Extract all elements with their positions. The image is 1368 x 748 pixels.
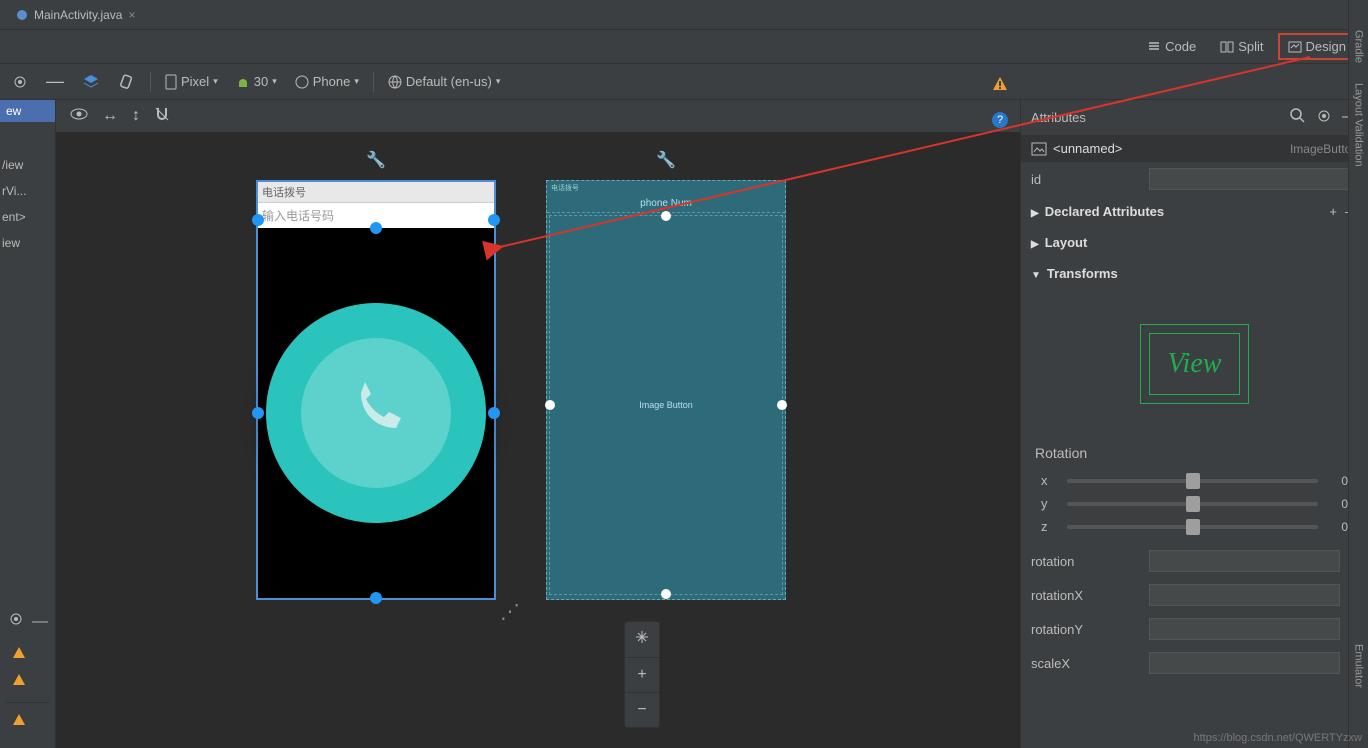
selection-handle[interactable] bbox=[777, 400, 787, 410]
blueprint-titlebar: 电话拨号 bbox=[547, 181, 785, 195]
zoom-in-button[interactable]: + bbox=[625, 658, 659, 693]
design-icon bbox=[1288, 40, 1302, 54]
selection-handle[interactable] bbox=[370, 222, 382, 234]
wrench-icon[interactable]: 🔧 bbox=[656, 150, 676, 170]
locale-selector[interactable]: Default (en-us)▾ bbox=[384, 72, 505, 91]
rotationy-input[interactable] bbox=[1149, 618, 1340, 640]
watermark: https://blog.csdn.net/QWERTYzxw bbox=[1193, 732, 1362, 744]
gradle-tab[interactable]: Gradle bbox=[1353, 30, 1365, 63]
attributes-panel: Attributes — <unnamed> ImageButton id ▶D… bbox=[1020, 100, 1368, 748]
tree-item[interactable]: ent> bbox=[0, 204, 55, 230]
code-icon bbox=[1147, 40, 1161, 54]
split-icon bbox=[1220, 40, 1234, 54]
tab-filename: MainActivity.java bbox=[34, 8, 122, 22]
zoom-out-button[interactable]: − bbox=[625, 693, 659, 727]
scalex-input[interactable] bbox=[1149, 652, 1340, 674]
gear-icon[interactable] bbox=[8, 611, 24, 632]
design-preview[interactable]: 电话拨号 输入电话号码 bbox=[256, 180, 496, 600]
api-selector[interactable]: 30▾ bbox=[232, 72, 281, 91]
pan-vertical-icon[interactable]: ↕ bbox=[132, 107, 140, 125]
phone-rotate-icon bbox=[295, 75, 309, 89]
tree-header: ew bbox=[0, 100, 55, 122]
blueprint-preview[interactable]: 电话拨号 phone Num Image Button bbox=[546, 180, 786, 600]
layout-validation-tab[interactable]: Layout Validation bbox=[1353, 83, 1365, 167]
rotation-input[interactable] bbox=[1149, 550, 1340, 572]
layout-section[interactable]: ▶Layout bbox=[1021, 227, 1368, 258]
pan-horizontal-icon[interactable]: ↔ bbox=[102, 107, 118, 125]
wrench-icon[interactable]: 🔧 bbox=[366, 150, 386, 170]
collapse-icon[interactable]: — bbox=[32, 613, 48, 631]
selection-handle[interactable] bbox=[488, 214, 500, 226]
component-tree-panel: ew /iew rVi... ent> iew — bbox=[0, 100, 56, 748]
selection-handle[interactable] bbox=[252, 214, 264, 226]
tree-item[interactable]: iew bbox=[0, 230, 55, 256]
design-toolbar: — Pixel▾ 30▾ Phone▾ Default (en-us)▾ bbox=[0, 64, 1368, 100]
rotation-y-slider[interactable] bbox=[1067, 502, 1318, 506]
id-input[interactable] bbox=[1149, 168, 1358, 190]
split-view-button[interactable]: Split bbox=[1210, 33, 1273, 60]
eye-icon[interactable] bbox=[70, 107, 88, 126]
id-label: id bbox=[1031, 172, 1141, 187]
tree-item[interactable]: /iew bbox=[0, 152, 55, 178]
attributes-title: Attributes bbox=[1031, 110, 1086, 125]
warning-icon[interactable] bbox=[992, 76, 1008, 97]
tree-item[interactable]: rVi... bbox=[0, 178, 55, 204]
selection-handle[interactable] bbox=[661, 211, 671, 221]
canvas-toolbar: ↔ ↕ bbox=[56, 100, 1020, 132]
resize-handle-icon[interactable]: ⋰ bbox=[500, 599, 520, 624]
selection-handle[interactable] bbox=[661, 589, 671, 599]
rotation-z-slider[interactable] bbox=[1067, 525, 1318, 529]
file-tab[interactable]: MainActivity.java × bbox=[8, 4, 144, 26]
warning-icon[interactable] bbox=[6, 709, 49, 736]
component-name: <unnamed> bbox=[1053, 141, 1122, 156]
selection-handle[interactable] bbox=[370, 592, 382, 604]
warning-icon[interactable] bbox=[6, 642, 49, 669]
transforms-section[interactable]: ▼Transforms bbox=[1021, 258, 1368, 289]
search-icon[interactable] bbox=[1290, 108, 1306, 127]
device-icon bbox=[165, 74, 177, 90]
declared-attributes-section[interactable]: ▶Declared Attributes +— bbox=[1021, 196, 1368, 227]
warning-icon[interactable] bbox=[6, 669, 49, 696]
code-view-button[interactable]: Code bbox=[1137, 33, 1206, 60]
design-view-button[interactable]: Design bbox=[1278, 33, 1356, 60]
emulator-tab[interactable]: Emulator bbox=[1353, 644, 1365, 688]
selection-handle[interactable] bbox=[545, 400, 555, 410]
selection-handle[interactable] bbox=[252, 407, 264, 419]
device-selector[interactable]: Pixel▾ bbox=[161, 72, 222, 92]
palette-settings-icon[interactable] bbox=[8, 72, 32, 92]
zoom-controls: + − bbox=[624, 621, 660, 728]
transform-preview: View bbox=[1120, 309, 1270, 419]
android-icon bbox=[236, 75, 250, 89]
view-mode-bar: Code Split Design bbox=[0, 30, 1368, 64]
gear-icon[interactable] bbox=[1316, 108, 1332, 127]
help-icon[interactable]: ? bbox=[992, 112, 1008, 128]
rotationx-input[interactable] bbox=[1149, 584, 1340, 606]
rotation-title: Rotation bbox=[1035, 445, 1354, 461]
orientation-icon[interactable] bbox=[114, 71, 140, 93]
add-attr-icon[interactable]: + bbox=[1329, 204, 1337, 219]
blueprint-imagebutton[interactable]: Image Button bbox=[549, 215, 783, 595]
magnet-icon[interactable] bbox=[154, 106, 170, 127]
design-canvas[interactable]: ↔ ↕ 🔧 电话拨号 输入电话号码 bbox=[56, 100, 1020, 748]
image-icon bbox=[1031, 142, 1047, 156]
preview-titlebar: 电话拨号 bbox=[258, 182, 494, 203]
preview-imagebutton[interactable] bbox=[258, 228, 494, 598]
phone-icon bbox=[341, 378, 411, 448]
minus-button[interactable]: — bbox=[42, 69, 68, 94]
globe-icon bbox=[388, 75, 402, 89]
pan-button[interactable] bbox=[625, 622, 659, 658]
rotation-x-slider[interactable] bbox=[1067, 479, 1318, 483]
close-tab-icon[interactable]: × bbox=[128, 8, 135, 22]
layers-icon[interactable] bbox=[78, 71, 104, 93]
right-tool-rail: Gradle Layout Validation Emulator bbox=[1348, 0, 1368, 748]
tree-list: /iew rVi... ent> iew bbox=[0, 122, 55, 601]
orientation-selector[interactable]: Phone▾ bbox=[291, 72, 363, 91]
java-file-icon bbox=[16, 9, 28, 21]
editor-tabs: MainActivity.java × bbox=[0, 0, 1368, 30]
selection-handle[interactable] bbox=[488, 407, 500, 419]
